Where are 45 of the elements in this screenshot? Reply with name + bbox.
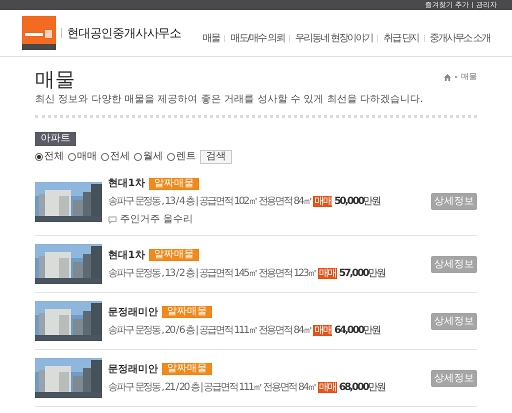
price: 64,000만원 bbox=[334, 324, 380, 338]
listing-details: 송파구 문정동 , 20 / 6 층 | 공급면적 111㎡ 전용면적 84㎡ bbox=[108, 324, 312, 338]
radio-label[interactable]: 월세 bbox=[143, 149, 163, 164]
radio-button[interactable] bbox=[101, 152, 109, 160]
nav-link[interactable]: 매물 bbox=[202, 30, 220, 46]
radio-label[interactable]: 렌트 bbox=[176, 149, 196, 164]
page-title: 매물 bbox=[35, 67, 75, 91]
site-name[interactable]: 현대공인중개사사무소 bbox=[67, 24, 182, 42]
featured-badge: 알짜매물 bbox=[148, 178, 199, 190]
listing-details: 송파구 문정동 , 13 / 2 층 | 공급면적 145㎡ 전용면적 123㎡ bbox=[108, 266, 316, 280]
featured-badge: 알짜매물 bbox=[162, 306, 212, 318]
listing-title[interactable]: 현대1차 bbox=[108, 176, 145, 191]
search-button[interactable]: 검색 bbox=[200, 150, 232, 164]
deal-type-tag: 매매 bbox=[313, 196, 332, 207]
category-tab[interactable]: 아파트 bbox=[35, 132, 76, 146]
listing-details: 송파구 문정동 , 13 / 4 층 | 공급면적 102㎡ 전용면적 84㎡ bbox=[108, 195, 312, 209]
price: 68,000만원 bbox=[338, 380, 385, 394]
featured-badge: 알짜매물 bbox=[162, 363, 212, 375]
radio-button[interactable] bbox=[134, 152, 142, 160]
listing-title[interactable]: 현대1차 bbox=[108, 248, 145, 262]
nav-link[interactable]: 취급 단지 bbox=[383, 30, 419, 46]
radio-button[interactable] bbox=[167, 152, 175, 160]
home-icon[interactable] bbox=[444, 74, 451, 80]
page-description: 최신 정보와 다양한 매물을 제공하여 좋은 거래를 성사할 수 있게 최선을 다하겠습니다. bbox=[35, 93, 424, 107]
deal-type-tag: 매매 bbox=[318, 268, 337, 278]
radio-label[interactable]: 전세 bbox=[110, 149, 130, 164]
nav-link[interactable]: 매도/매수 의뢰 bbox=[230, 30, 284, 46]
listing-title[interactable]: 문정래미안 bbox=[108, 362, 158, 376]
radio-button[interactable] bbox=[68, 152, 76, 160]
radio-label[interactable]: 전체 bbox=[44, 149, 64, 164]
listing-details: 송파구 문정동 , 21 / 20 층 | 공급면적 111㎡ 전용면적 84㎡ bbox=[108, 380, 316, 394]
price: 57,000만원 bbox=[338, 266, 385, 280]
breadcrumb: 매물 bbox=[461, 71, 477, 83]
listing-note: 주인거주 올수리 bbox=[120, 213, 194, 227]
featured-badge: 알짜매물 bbox=[148, 249, 199, 261]
nav-link[interactable]: 우리동네 현장이야기 bbox=[295, 30, 372, 46]
logo-icon bbox=[22, 16, 56, 50]
listing-title[interactable]: 문정래미안 bbox=[108, 304, 158, 320]
price: 50,000만원 bbox=[334, 195, 380, 209]
speech-bubble-icon bbox=[108, 216, 117, 224]
radio-label[interactable]: 매매 bbox=[77, 149, 97, 164]
radio-button[interactable] bbox=[35, 152, 43, 160]
nav-link[interactable]: 중개사무소 소개 bbox=[430, 30, 490, 46]
deal-type-tag: 매매 bbox=[318, 382, 337, 392]
deal-type-tag: 매매 bbox=[313, 324, 332, 336]
